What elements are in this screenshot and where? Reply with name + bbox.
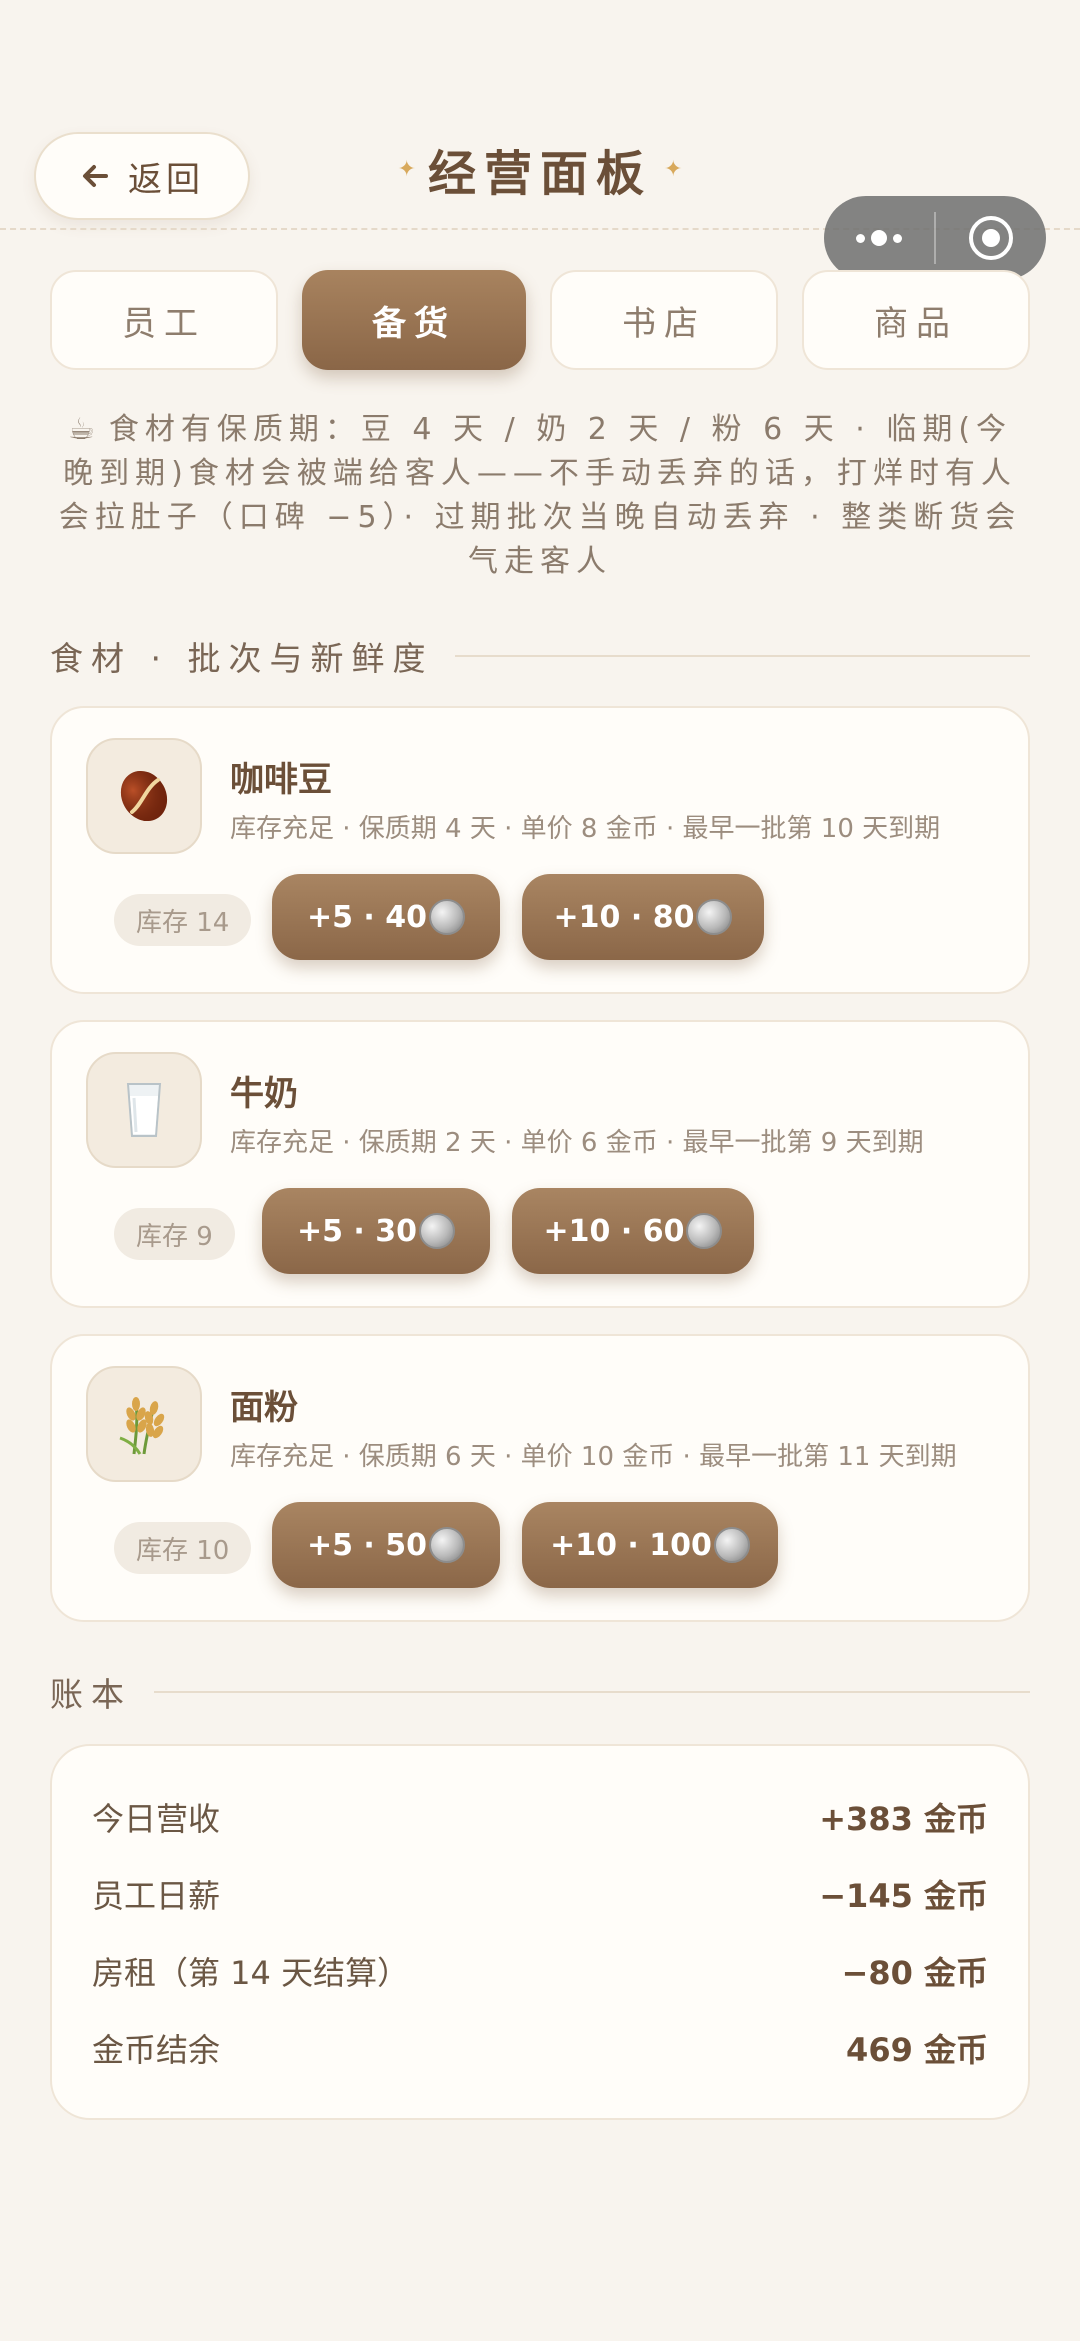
ledger-label: 金币结余 — [92, 2031, 221, 2069]
stock-badge: 库存 10 — [114, 1522, 252, 1574]
buy-label: +10 · 60 — [543, 1213, 685, 1249]
tab-bar: 员工 备货 书店 商品 — [50, 270, 1030, 370]
shelf-life-notice: ☕ 食材有保质期：豆 4 天 / 奶 2 天 / 粉 6 天 · 临期(今晚到期)… — [50, 408, 1030, 584]
silver-coin-icon — [696, 899, 733, 935]
stock-badge: 库存 14 — [114, 894, 252, 946]
ingredient-card-coffee-beans: 咖啡豆 库存充足 · 保质期 4 天 · 单价 8 金币 · 最早一批第 10 … — [50, 706, 1030, 994]
silver-coin-icon — [429, 1527, 466, 1563]
buy-label: +5 · 40 — [306, 899, 428, 935]
close-miniprogram-icon[interactable] — [936, 216, 1046, 260]
tab-staff[interactable]: 员工 — [50, 270, 278, 370]
business-panel-page: 返回 ✦ 经营面板 ✦ 员工 备货 书店 商品 ☕ 食材有保质期：豆 4 天 / … — [0, 0, 1080, 2341]
ingredient-description: 库存充足 · 保质期 4 天 · 单价 8 金币 · 最早一批第 10 天到期 — [230, 814, 941, 844]
ledger-card: 今日营收 +383 金币 员工日薪 −145 金币 房租（第 14 天结算） −… — [50, 1744, 1030, 2120]
ingredient-description: 库存充足 · 保质期 6 天 · 单价 10 金币 · 最早一批第 11 天到期 — [230, 1442, 957, 1472]
ledger-value: −145 金币 — [819, 1877, 988, 1915]
coffee-bean-icon — [86, 738, 202, 854]
ledger-value: −80 金币 — [841, 1954, 989, 1992]
tab-products[interactable]: 商品 — [802, 270, 1030, 370]
wheat-icon — [86, 1366, 202, 1482]
silver-coin-icon — [429, 899, 466, 935]
tab-bookstore[interactable]: 书店 — [550, 270, 778, 370]
silver-coin-icon — [419, 1213, 456, 1249]
ingredient-name: 牛奶 — [230, 1074, 298, 1114]
tab-stock[interactable]: 备货 — [302, 270, 526, 370]
buy-10-button[interactable]: +10 · 60 — [512, 1188, 754, 1274]
buy-label: +10 · 80 — [553, 899, 695, 935]
ledger-value: 469 金币 — [846, 2031, 988, 2069]
ingredient-name: 咖啡豆 — [230, 760, 332, 800]
buy-label: +5 · 30 — [296, 1213, 418, 1249]
sparkle-icon: ✦ — [664, 156, 683, 182]
coffee-cup-icon: ☕ — [67, 412, 95, 447]
ledger-row-rent: 房租（第 14 天结算） −80 金币 — [92, 1946, 988, 1996]
milk-glass-icon — [86, 1052, 202, 1168]
section-divider — [154, 1691, 1030, 1693]
section-divider — [455, 655, 1030, 657]
silver-coin-icon — [713, 1527, 750, 1563]
ingredients-section-header: 食材 · 批次与新鲜度 — [50, 632, 1030, 680]
ledger-label: 房租（第 14 天结算） — [92, 1954, 410, 1992]
title-bar: ✦ 经营面板 ✦ — [0, 132, 1080, 206]
buy-5-button[interactable]: +5 · 40 — [272, 874, 500, 960]
buy-10-button[interactable]: +10 · 80 — [522, 874, 764, 960]
buy-label: +10 · 100 — [550, 1527, 712, 1563]
page-title: 经营面板 — [427, 146, 652, 202]
ingredient-description: 库存充足 · 保质期 2 天 · 单价 6 金币 · 最早一批第 9 天到期 — [230, 1128, 924, 1158]
ingredient-name: 面粉 — [230, 1388, 298, 1428]
ingredient-card-milk: 牛奶 库存充足 · 保质期 2 天 · 单价 6 金币 · 最早一批第 9 天到… — [50, 1020, 1030, 1308]
ledger-value: +383 金币 — [819, 1800, 988, 1838]
buy-5-button[interactable]: +5 · 30 — [262, 1188, 490, 1274]
silver-coin-icon — [686, 1213, 723, 1249]
sparkle-icon: ✦ — [397, 156, 416, 182]
ledger-row-revenue: 今日营收 +383 金币 — [92, 1792, 988, 1842]
notice-text: 食材有保质期：豆 4 天 / 奶 2 天 / 粉 6 天 · 临期(今晚到期)食… — [58, 412, 1022, 579]
buy-10-button[interactable]: +10 · 100 — [522, 1502, 778, 1588]
buy-label: +5 · 50 — [306, 1527, 428, 1563]
stock-badge: 库存 9 — [114, 1208, 235, 1260]
ingredient-card-flour: 面粉 库存充足 · 保质期 6 天 · 单价 10 金币 · 最早一批第 11 … — [50, 1334, 1030, 1622]
ledger-section-header: 账本 — [50, 1668, 1030, 1716]
ledger-label: 员工日薪 — [92, 1877, 221, 1915]
ledger-label: 今日营收 — [92, 1800, 221, 1838]
ledger-row-balance: 金币结余 469 金币 — [92, 2023, 988, 2073]
more-options-icon[interactable] — [824, 230, 934, 246]
section-title: 账本 — [50, 1675, 132, 1714]
miniprogram-capsule — [824, 196, 1046, 280]
section-title: 食材 · 批次与新鲜度 — [50, 639, 434, 678]
buy-5-button[interactable]: +5 · 50 — [272, 1502, 500, 1588]
ledger-row-wages: 员工日薪 −145 金币 — [92, 1869, 988, 1919]
